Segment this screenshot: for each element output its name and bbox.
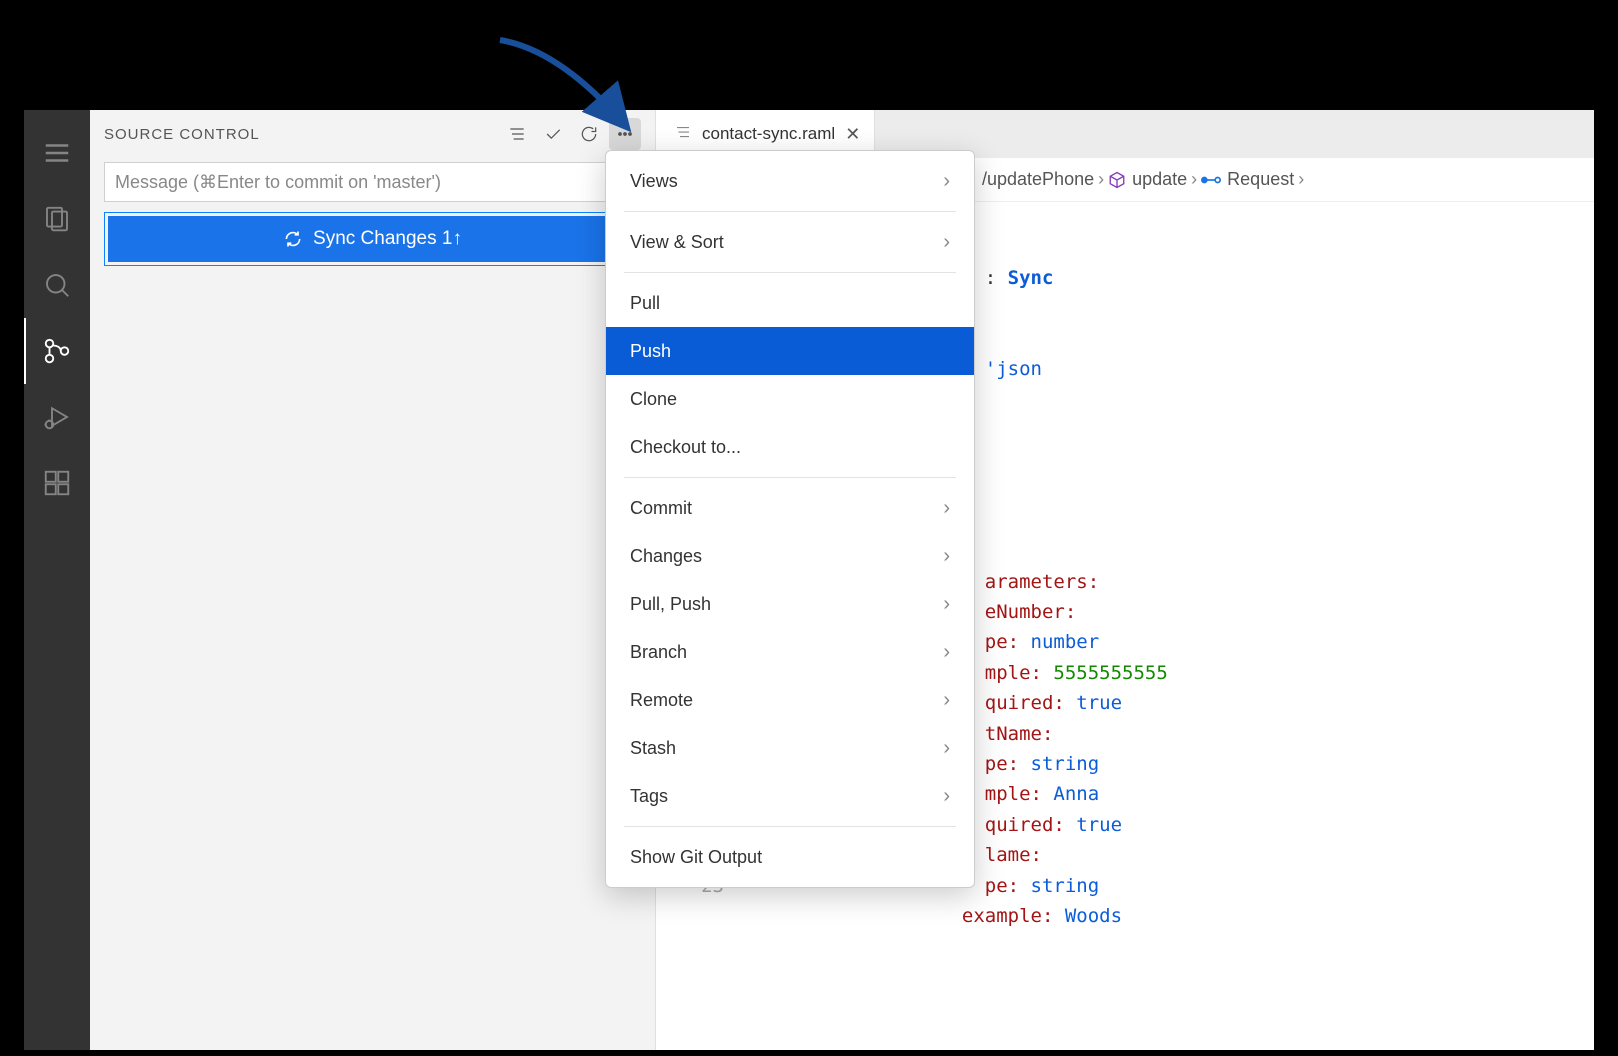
menu-commit[interactable]: Commit› [606,484,974,532]
menu-pull-push[interactable]: Pull, Push› [606,580,974,628]
menu-clone[interactable]: Clone [606,375,974,423]
menu-push[interactable]: Push [606,327,974,375]
source-control-sidebar: SOURCE CONTROL Sync [90,110,655,1050]
chevron-right-icon: › [1098,169,1104,190]
menu-separator [624,272,956,273]
more-actions-icon[interactable] [609,118,641,150]
chevron-right-icon: › [943,231,950,254]
chevron-right-icon: › [943,785,950,808]
explorer-tab[interactable] [24,186,90,252]
commit-message-box[interactable] [104,162,641,202]
menu-toggle[interactable] [24,120,90,186]
refresh-icon[interactable] [573,118,605,150]
menu-separator [624,826,956,827]
menu-show-git-output[interactable]: Show Git Output [606,833,974,881]
menu-stash[interactable]: Stash› [606,724,974,772]
extensions-tab[interactable] [24,450,90,516]
chevron-right-icon: › [943,641,950,664]
menu-view-sort[interactable]: View & Sort› [606,218,974,266]
chevron-right-icon: › [943,593,950,616]
run-debug-tab[interactable] [24,384,90,450]
menu-checkout[interactable]: Checkout to... [606,423,974,471]
close-icon[interactable]: ✕ [845,125,860,143]
menu-changes[interactable]: Changes› [606,532,974,580]
source-control-context-menu: Views› View & Sort› Pull Push Clone Chec… [605,150,975,888]
search-tab[interactable] [24,252,90,318]
menu-separator [624,477,956,478]
chevron-right-icon: › [943,497,950,520]
chevron-right-icon: › [943,545,950,568]
tab-filename: contact-sync.raml [702,124,835,144]
activity-bar [24,110,90,1050]
sync-changes-button[interactable]: Sync Changes 1↑ [108,216,637,262]
menu-tags[interactable]: Tags› [606,772,974,820]
sync-button-label: Sync Changes 1↑ [313,228,462,250]
menu-views[interactable]: Views› [606,157,974,205]
breadcrumb-item[interactable]: /updatePhone [958,169,1094,190]
menu-remote[interactable]: Remote› [606,676,974,724]
code-line: example: Woods [756,905,1122,927]
sidebar-header: SOURCE CONTROL [90,110,655,158]
file-icon [674,123,692,146]
chevron-right-icon: › [1191,169,1197,190]
breadcrumb-item[interactable]: update [1108,169,1187,190]
chevron-right-icon: › [943,170,950,193]
chevron-right-icon: › [1298,169,1304,190]
menu-branch[interactable]: Branch› [606,628,974,676]
view-tree-icon[interactable] [501,118,533,150]
menu-pull[interactable]: Pull [606,279,974,327]
chevron-right-icon: › [943,737,950,760]
chevron-right-icon: › [943,689,950,712]
menu-separator [624,211,956,212]
commit-check-icon[interactable] [537,118,569,150]
commit-message-input[interactable] [115,172,630,193]
sync-button-wrap: Sync Changes 1↑ [104,212,641,266]
breadcrumb-item[interactable]: Request [1201,169,1294,190]
source-control-tab[interactable] [24,318,90,384]
sidebar-title: SOURCE CONTROL [104,126,501,143]
